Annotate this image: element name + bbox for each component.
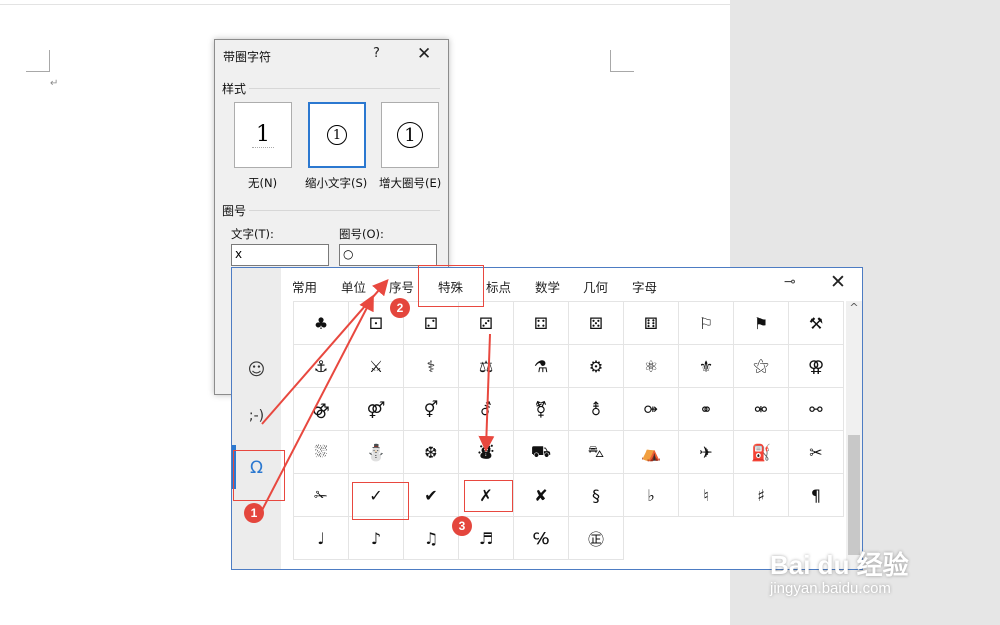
step-badge-2: 2 [390, 298, 410, 318]
watermark-url: jingyan.baidu.com [770, 580, 891, 597]
step-badge-1: 1 [244, 503, 264, 523]
annotation-arrows [257, 278, 495, 519]
watermark-logo: Bai du 经验 [770, 550, 909, 580]
arrow-to-cross-row [478, 333, 495, 452]
step-badge-3: 3 [452, 516, 472, 536]
arrow-to-numbering-tab [261, 278, 389, 425]
